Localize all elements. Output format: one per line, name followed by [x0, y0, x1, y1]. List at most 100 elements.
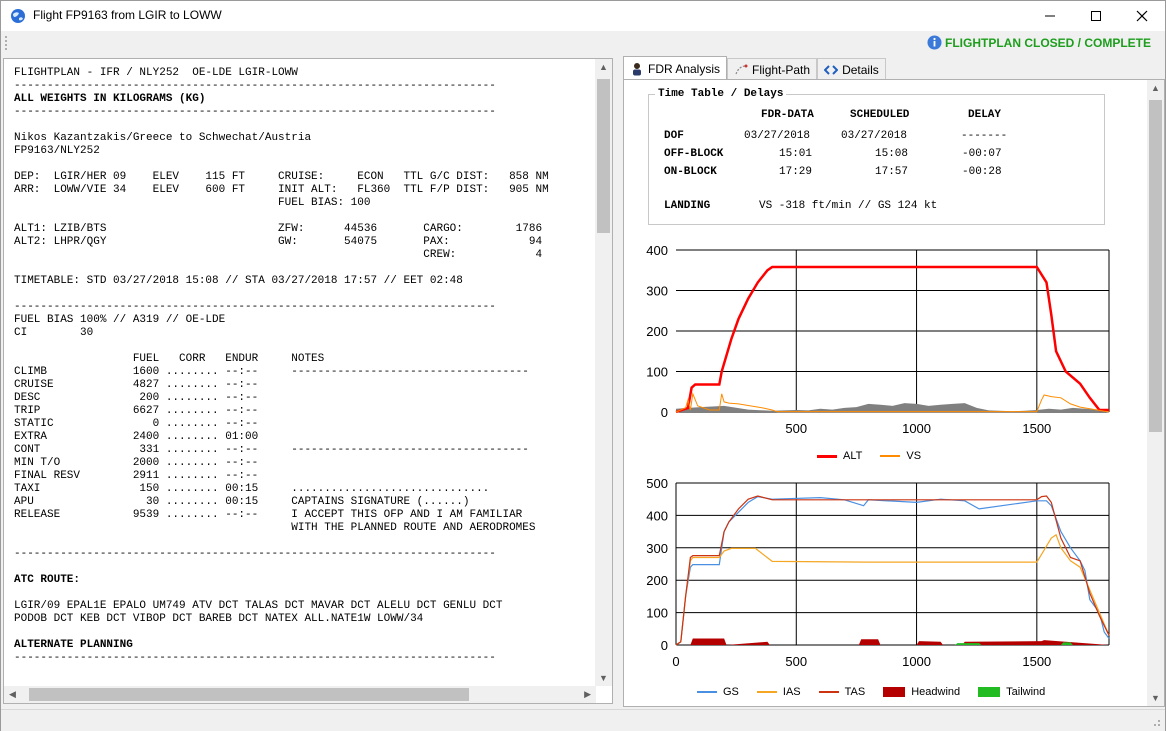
y-tick-label: 200 [646, 324, 668, 339]
on-block-label: ON-BLOCK [664, 166, 717, 178]
legend-item-alt: ALT [817, 450, 862, 462]
legend-item-headwind: Headwind [883, 686, 960, 698]
off-block-fdr: 15:01 [779, 148, 813, 160]
fp-heading: ALL WEIGHTS IN KILOGRAMS (KG) [14, 93, 206, 105]
y-tick-label: 200 [646, 573, 668, 588]
fp-line: FINAL RESV 2911 ........ --:-- [14, 470, 259, 482]
resize-grip-icon[interactable] [1151, 717, 1161, 727]
fp-line: TAXI 150 ........ 00:15 ................… [14, 483, 490, 495]
col-fdr-header: FDR-DATA [761, 109, 814, 121]
scroll-right-icon[interactable]: ▶ [584, 689, 591, 700]
main-window: Flight FP9163 from LGIR to LOWW FLIGHTPL… [0, 0, 1166, 731]
fp-line: Nikos Kazantzakis/Greece to Schwechat/Au… [14, 132, 312, 144]
flight-path-icon [735, 64, 748, 74]
altitude-vs-chart: 0 100 200 300 400 500 1000 1500 [646, 245, 1110, 436]
legend-swatch [883, 687, 906, 697]
tab-fdr-analysis[interactable]: FDR Analysis [623, 56, 728, 80]
tab-flight-path[interactable]: Flight-Path [727, 58, 818, 80]
legend-item-vs: VS [880, 450, 921, 462]
info-icon [927, 35, 942, 50]
minimize-icon [1045, 15, 1055, 17]
col-delay-header: DELAY [968, 109, 1002, 121]
code-icon [824, 64, 839, 75]
fp-line: CLIMB 1600 ........ --:-- --------------… [14, 366, 529, 378]
scroll-down-icon[interactable]: ▼ [599, 673, 608, 683]
legend-label: Tailwind [1006, 686, 1046, 698]
fp-line: TRIP 6627 ........ --:-- [14, 405, 259, 417]
dof-fdr: 03/27/2018 [744, 130, 811, 142]
flightplan-panel[interactable]: FLIGHTPLAN - IFR / NLY252 OE-LDE LGIR-LO… [3, 58, 613, 704]
fp-line: LGIR/09 EPAL1E EPALO UM749 ATV DCT TALAS… [14, 600, 503, 612]
flightplan-horizontal-scrollbar[interactable]: ◀ ▶ [4, 686, 596, 703]
status-text: FLIGHTPLAN CLOSED / COMPLETE [945, 35, 1151, 50]
fp-line: ARR: LOWW/VIE 34 ELEV 600 FT INIT ALT: F… [14, 184, 549, 196]
analysis-vertical-scrollbar[interactable]: ▲ ▼ [1147, 80, 1164, 706]
fp-line: RELEASE 9539 ........ --:-- I ACCEPT THI… [14, 509, 523, 521]
landing-value: VS -318 ft/min // GS 124 kt [759, 200, 938, 212]
y-tick-label: 100 [646, 365, 668, 380]
off-block-scheduled: 15:08 [875, 148, 909, 160]
fp-line: FLIGHTPLAN - IFR / NLY252 OE-LDE LGIR-LO… [14, 67, 298, 79]
legend-swatch [978, 687, 1001, 697]
scroll-up-icon[interactable]: ▲ [599, 62, 608, 72]
scroll-thumb[interactable] [1149, 100, 1162, 432]
legend-item-gs: GS [697, 686, 739, 698]
altitude-chart-legend: ALT VS [817, 450, 939, 462]
scroll-thumb[interactable] [597, 79, 610, 233]
fp-line: DEP: LGIR/HER 09 ELEV 115 FT CRUISE: ECO… [14, 171, 549, 183]
scroll-up-icon[interactable]: ▲ [1151, 83, 1160, 93]
legend-label: IAS [782, 686, 801, 698]
legend-item-ias: IAS [756, 686, 801, 698]
x-tick-label: 1500 [1022, 421, 1051, 436]
fp-line: MIN T/O 2000 ........ --:-- [14, 457, 259, 469]
y-tick-label: 0 [661, 405, 668, 420]
timetable-title: Time Table / Delays [655, 88, 787, 100]
fp-line: EXTRA 2400 ........ 01:00 [14, 431, 259, 443]
fp-line: DESC 200 ........ --:-- [14, 392, 259, 404]
tab-details[interactable]: Details [817, 58, 886, 80]
globe-icon [11, 9, 25, 23]
y-tick-label: 300 [646, 284, 668, 299]
y-tick-label: 400 [646, 245, 668, 258]
fp-line: FP9163/NLY252 [14, 145, 100, 157]
minimize-button[interactable] [1027, 1, 1073, 31]
scroll-thumb[interactable] [29, 688, 469, 701]
fp-line: FUEL BIAS: 100 [14, 197, 371, 209]
tab-strip: FDR Analysis Flight-Path Details [623, 56, 886, 80]
on-block-scheduled: 17:57 [875, 166, 909, 178]
dof-delay: ------- [961, 130, 1008, 142]
x-tick-label: 1000 [902, 654, 931, 669]
legend-label: TAS [844, 686, 866, 698]
y-tick-label: 100 [646, 606, 668, 621]
legend-label: ALT [843, 450, 863, 462]
scroll-down-icon[interactable]: ▼ [1151, 693, 1160, 703]
legend-swatch [756, 691, 777, 693]
flightplan-textbox[interactable]: FLIGHTPLAN - IFR / NLY252 OE-LDE LGIR-LO… [14, 67, 592, 677]
fp-line: CI 30 [14, 327, 94, 339]
landing-label: LANDING [664, 200, 711, 212]
fp-line: ----------------------------------------… [14, 652, 496, 664]
scroll-left-icon[interactable]: ◀ [9, 689, 16, 700]
close-button[interactable] [1119, 1, 1165, 31]
col-scheduled-header: SCHEDULED [850, 109, 910, 121]
flightplan-status: FLIGHTPLAN CLOSED / COMPLETE [927, 35, 1151, 50]
fp-line: ----------------------------------------… [14, 106, 496, 118]
legend-swatch [697, 691, 717, 693]
legend-swatch [818, 691, 839, 693]
dof-label: DOF [664, 130, 684, 142]
toolbar-grip-icon[interactable] [4, 35, 8, 51]
fp-line: ----------------------------------------… [14, 80, 496, 92]
maximize-button[interactable] [1073, 1, 1119, 31]
maximize-icon [1091, 11, 1101, 21]
speed-chart-legend: GS IAS TAS Headwind Tailwind [697, 686, 1063, 698]
fp-line: TIMETABLE: STD 03/27/2018 15:08 // STA 0… [14, 275, 463, 287]
x-tick-label: 1000 [902, 421, 931, 436]
y-tick-label: 400 [646, 508, 668, 523]
fdr-analysis-page: Time Table / Delays FDR-DATA SCHEDULED D… [623, 79, 1165, 707]
fp-line: APU 30 ........ 00:15 CAPTAINS SIGNATURE… [14, 496, 470, 508]
flightplan-vertical-scrollbar[interactable]: ▲ ▼ [595, 59, 612, 686]
fp-line: FUEL CORR ENDUR NOTES [14, 353, 325, 365]
fp-line: ----------------------------------------… [14, 301, 496, 313]
legend-swatch [817, 454, 837, 458]
fp-heading: ATC ROUTE: [14, 574, 81, 586]
